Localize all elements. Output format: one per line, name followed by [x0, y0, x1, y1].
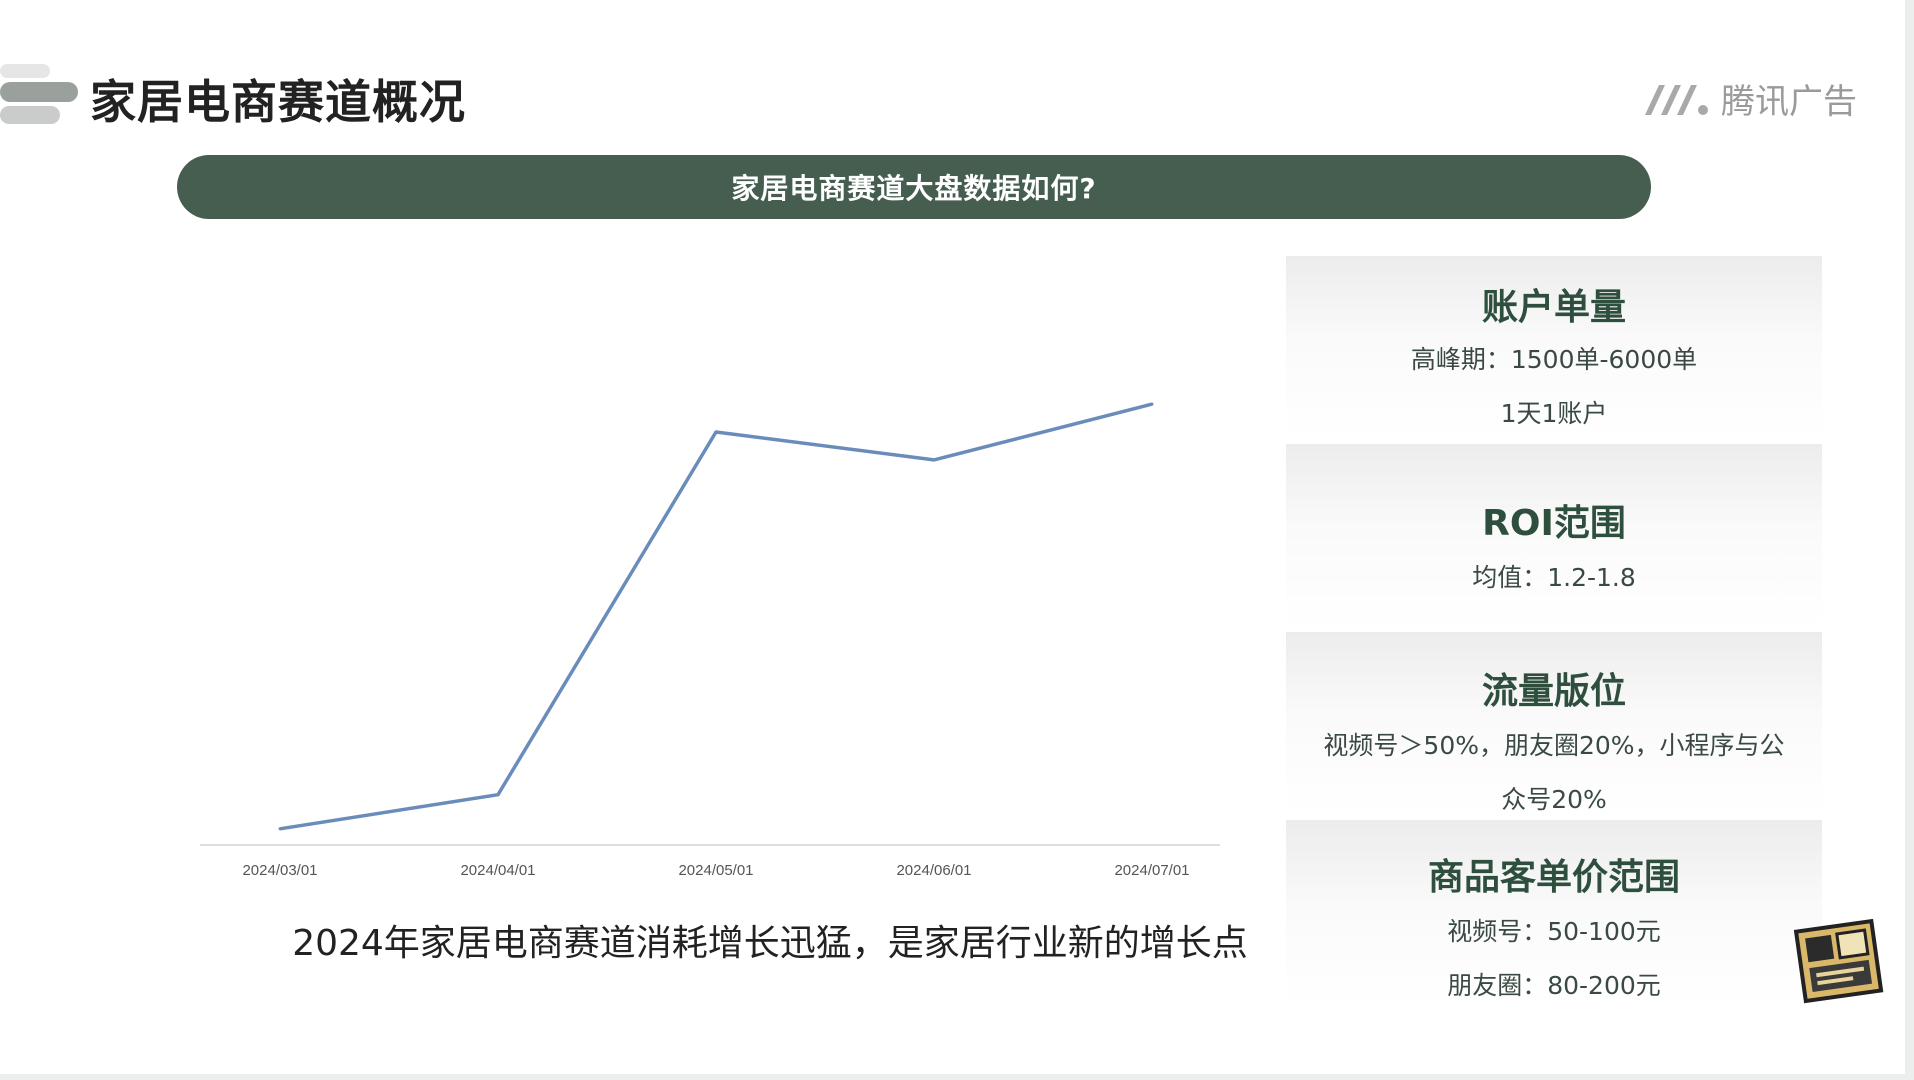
page-title: 家居电商赛道概况 [90, 75, 466, 129]
card-title: ROI范围 [1482, 503, 1626, 544]
x-tick-label: 2024/05/01 [678, 862, 753, 879]
data-point [932, 458, 936, 462]
x-tick-label: 2024/06/01 [896, 862, 971, 879]
card-line: 1天1账户 [1500, 399, 1608, 428]
card-line: 视频号＞50%，朋友圈20%，小程序与公 [1323, 731, 1785, 760]
slide: 家居电商赛道概况 腾讯广告 家居电商赛道大盘数据如何? 2024/03/01 20… [0, 0, 1905, 1074]
data-point [714, 430, 718, 434]
card-traffic-placement: 流量版位 视频号＞50%，朋友圈20%，小程序与公 众号20% [1286, 632, 1822, 817]
card-line: 朋友圈：80-200元 [1447, 971, 1661, 1000]
brand-name: 腾讯广告 [1721, 82, 1857, 122]
data-point [1150, 402, 1154, 406]
x-tick-label: 2024/04/01 [460, 862, 535, 879]
card-line: 众号20% [1501, 785, 1607, 814]
title-stripes-icon [0, 64, 78, 124]
card-line: 均值：1.2-1.8 [1472, 563, 1636, 592]
data-point [496, 793, 500, 797]
card-line: 高峰期：1500单-6000单 [1410, 345, 1698, 374]
card-title: 流量版位 [1481, 671, 1626, 712]
brand-logo: 腾讯广告 [1643, 74, 1857, 123]
card-account-volume: 账户单量 高峰期：1500单-6000单 1天1账户 [1286, 256, 1822, 441]
series-line [279, 402, 1153, 831]
watermark-stamp-icon [1793, 918, 1884, 1004]
section-banner: 家居电商赛道大盘数据如何? [177, 155, 1651, 219]
card-order-value: 商品客单价范围 视频号：50-100元 朋友圈：80-200元 [1286, 820, 1822, 1010]
x-tick-label: 2024/03/01 [242, 862, 317, 879]
data-point [278, 827, 282, 831]
card-title: 账户单量 [1481, 287, 1626, 328]
chart-caption: 2024年家居电商赛道消耗增长迅猛，是家居行业新的增长点 [292, 923, 1248, 964]
card-line: 视频号：50-100元 [1447, 917, 1661, 946]
tencent-ads-logo-icon [1645, 84, 1708, 115]
x-tick-label: 2024/07/01 [1114, 862, 1189, 879]
card-roi-range: ROI范围 均值：1.2-1.8 [1286, 444, 1822, 629]
card-title: 商品客单价范围 [1427, 857, 1680, 898]
line-chart: 2024/03/01 2024/04/01 2024/05/01 2024/06/01… [200, 402, 1220, 879]
